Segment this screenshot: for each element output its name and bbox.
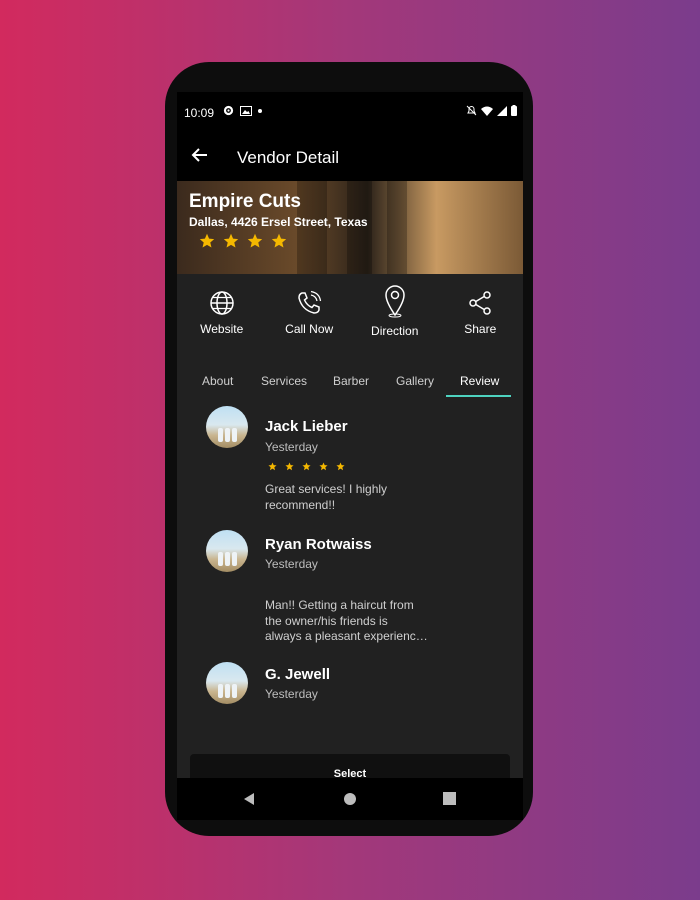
review-text: Great services! I highly recommend!! — [265, 482, 440, 513]
map-pin-icon — [384, 285, 405, 318]
screen: 10:09 Vendor Detail Empire Cuts Dallas, … — [177, 92, 523, 819]
share-icon — [469, 291, 491, 315]
review-text: Man!! Getting a haircut from the owner/h… — [265, 598, 440, 645]
direction-label: Direction — [371, 324, 419, 338]
review-rating — [268, 462, 345, 471]
battery-icon — [511, 105, 517, 116]
review-date: Yesterday — [265, 687, 318, 701]
star-icon — [199, 233, 215, 248]
settings-gear-icon — [223, 105, 234, 116]
website-label: Website — [200, 322, 244, 336]
star-icon — [223, 233, 239, 248]
vendor-rating — [199, 233, 287, 249]
phone-icon — [298, 290, 322, 314]
tab-review[interactable]: Review — [460, 374, 499, 388]
detail-tabs: About Services Barber Gallery Review — [177, 362, 523, 398]
direction-button[interactable]: Direction — [352, 274, 438, 354]
call-now-button[interactable]: Call Now — [266, 274, 352, 354]
image-notification-icon — [240, 105, 252, 116]
star-icon — [285, 462, 294, 471]
status-bar: 10:09 — [177, 92, 523, 132]
review-text-line: Man!! Getting a haircut from — [265, 598, 414, 612]
avatar — [206, 406, 248, 448]
star-icon — [302, 462, 311, 471]
dot-icon — [258, 108, 262, 113]
star-icon — [319, 462, 328, 471]
review-text-line: always a pleasant experienc… — [265, 629, 428, 643]
review-text-line: the owner/his friends is — [265, 613, 388, 628]
page-title: Vendor Detail — [237, 148, 340, 167]
vendor-actions: Website Call Now Direction Share — [177, 274, 523, 354]
status-time: 10:09 — [184, 106, 215, 120]
tab-barber[interactable]: Barber — [333, 374, 369, 388]
review-date: Yesterday — [265, 557, 318, 571]
back-arrow-icon[interactable] — [191, 146, 209, 164]
website-button[interactable]: Website — [177, 274, 266, 354]
reviewer-name: G. Jewell — [265, 666, 331, 683]
vendor-name: Empire Cuts — [189, 191, 301, 212]
star-icon — [336, 462, 345, 471]
back-triangle-icon[interactable] — [242, 792, 256, 806]
home-circle-icon[interactable] — [343, 792, 357, 806]
avatar — [206, 530, 248, 572]
review-text-line: Great services! I highly — [265, 482, 388, 496]
globe-icon — [209, 291, 234, 315]
call-now-label: Call Now — [285, 322, 334, 336]
app-bar: Vendor Detail — [177, 132, 523, 181]
recents-square-icon[interactable] — [443, 792, 456, 805]
star-icon — [271, 233, 287, 248]
signal-icon — [497, 105, 507, 116]
star-icon — [268, 462, 277, 471]
vendor-hero-image: Empire Cuts Dallas, 4426 Ersel Street, T… — [177, 181, 523, 274]
active-tab-indicator — [446, 395, 511, 397]
review-date: Yesterday — [265, 440, 318, 454]
share-label: Share — [464, 322, 497, 336]
review-text-line: recommend!! — [265, 497, 336, 512]
reviewer-name: Jack Lieber — [265, 418, 348, 435]
tab-gallery[interactable]: Gallery — [396, 374, 434, 388]
share-button[interactable]: Share — [437, 274, 523, 354]
mute-bell-icon — [466, 105, 477, 116]
reviewer-name: Ryan Rotwaiss — [265, 536, 372, 553]
avatar — [206, 662, 248, 704]
tab-services[interactable]: Services — [261, 374, 307, 388]
android-nav-bar — [177, 778, 523, 820]
star-icon — [247, 233, 263, 248]
vendor-address: Dallas, 4426 Ersel Street, Texas — [189, 215, 368, 229]
wifi-icon — [481, 106, 493, 116]
tab-about[interactable]: About — [202, 374, 233, 388]
